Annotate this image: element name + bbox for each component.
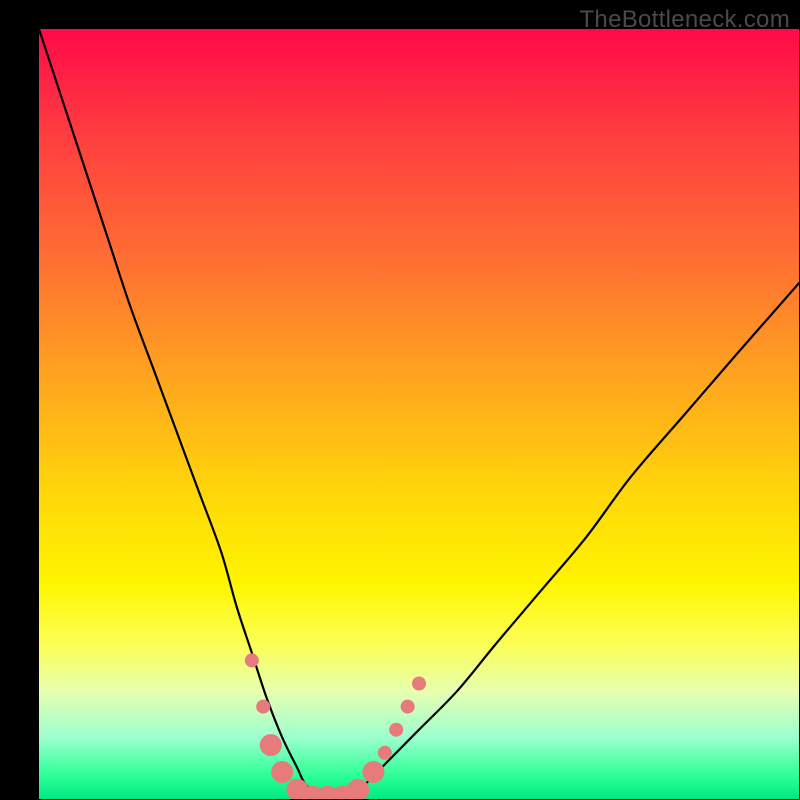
curve-layer (39, 29, 799, 799)
marker-dot (389, 723, 403, 737)
marker-dot (412, 677, 426, 691)
highlight-markers (245, 653, 426, 799)
chart-container: TheBottleneck.com (0, 0, 800, 800)
marker-dot (271, 761, 293, 783)
plot-area (39, 29, 799, 799)
marker-dot (378, 746, 392, 760)
marker-dot (362, 761, 384, 783)
watermark-text: TheBottleneck.com (579, 6, 790, 34)
marker-dot (260, 734, 282, 756)
marker-dot (347, 779, 369, 799)
marker-dot (401, 700, 415, 714)
marker-dot (256, 700, 270, 714)
marker-dot (245, 653, 259, 667)
